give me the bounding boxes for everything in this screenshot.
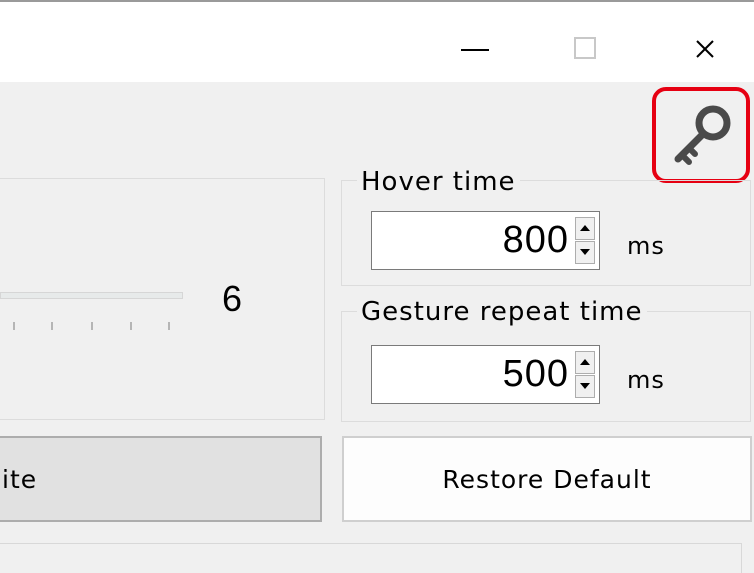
down-arrow-icon [580, 383, 590, 389]
gesture-repeat-value: 500 [502, 353, 569, 395]
gesture-repeat-unit: ms [627, 366, 665, 394]
down-arrow-icon [580, 249, 590, 255]
slider-group [0, 178, 325, 420]
gesture-repeat-down-button[interactable] [575, 375, 595, 398]
slider-tick [168, 322, 170, 330]
hover-time-value: 800 [502, 219, 569, 261]
slider-tick [51, 322, 53, 330]
slider-tick [91, 322, 93, 330]
minimize-icon [461, 49, 489, 51]
hover-time-arrows [575, 217, 595, 264]
up-arrow-icon [580, 225, 590, 231]
hover-time-unit: ms [627, 232, 665, 260]
hover-time-up-button[interactable] [575, 217, 595, 240]
write-button[interactable]: ite [0, 436, 322, 522]
restore-default-label: Restore Default [442, 464, 652, 494]
slider-value: 6 [222, 278, 243, 319]
slider-tick [13, 322, 15, 330]
close-icon [696, 40, 714, 58]
key-button[interactable] [652, 87, 750, 183]
gesture-repeat-label: Gesture repeat time [357, 297, 647, 327]
maximize-icon [574, 37, 596, 59]
write-button-label: ite [2, 464, 38, 494]
gesture-repeat-arrows [575, 351, 595, 398]
slider-tick [130, 322, 132, 330]
bottom-panel [0, 543, 742, 573]
hover-time-down-button[interactable] [575, 241, 595, 264]
hover-time-spinbox[interactable]: 800 [371, 211, 600, 270]
up-arrow-icon [580, 359, 590, 365]
gesture-repeat-spinbox[interactable]: 500 [371, 345, 600, 404]
restore-default-button[interactable]: Restore Default [342, 436, 752, 522]
slider-track[interactable] [0, 292, 183, 299]
title-bar [0, 0, 754, 82]
minimize-button[interactable] [445, 2, 505, 82]
key-icon [674, 105, 731, 165]
hover-time-label: Hover time [357, 167, 520, 197]
gesture-repeat-up-button[interactable] [575, 351, 595, 374]
